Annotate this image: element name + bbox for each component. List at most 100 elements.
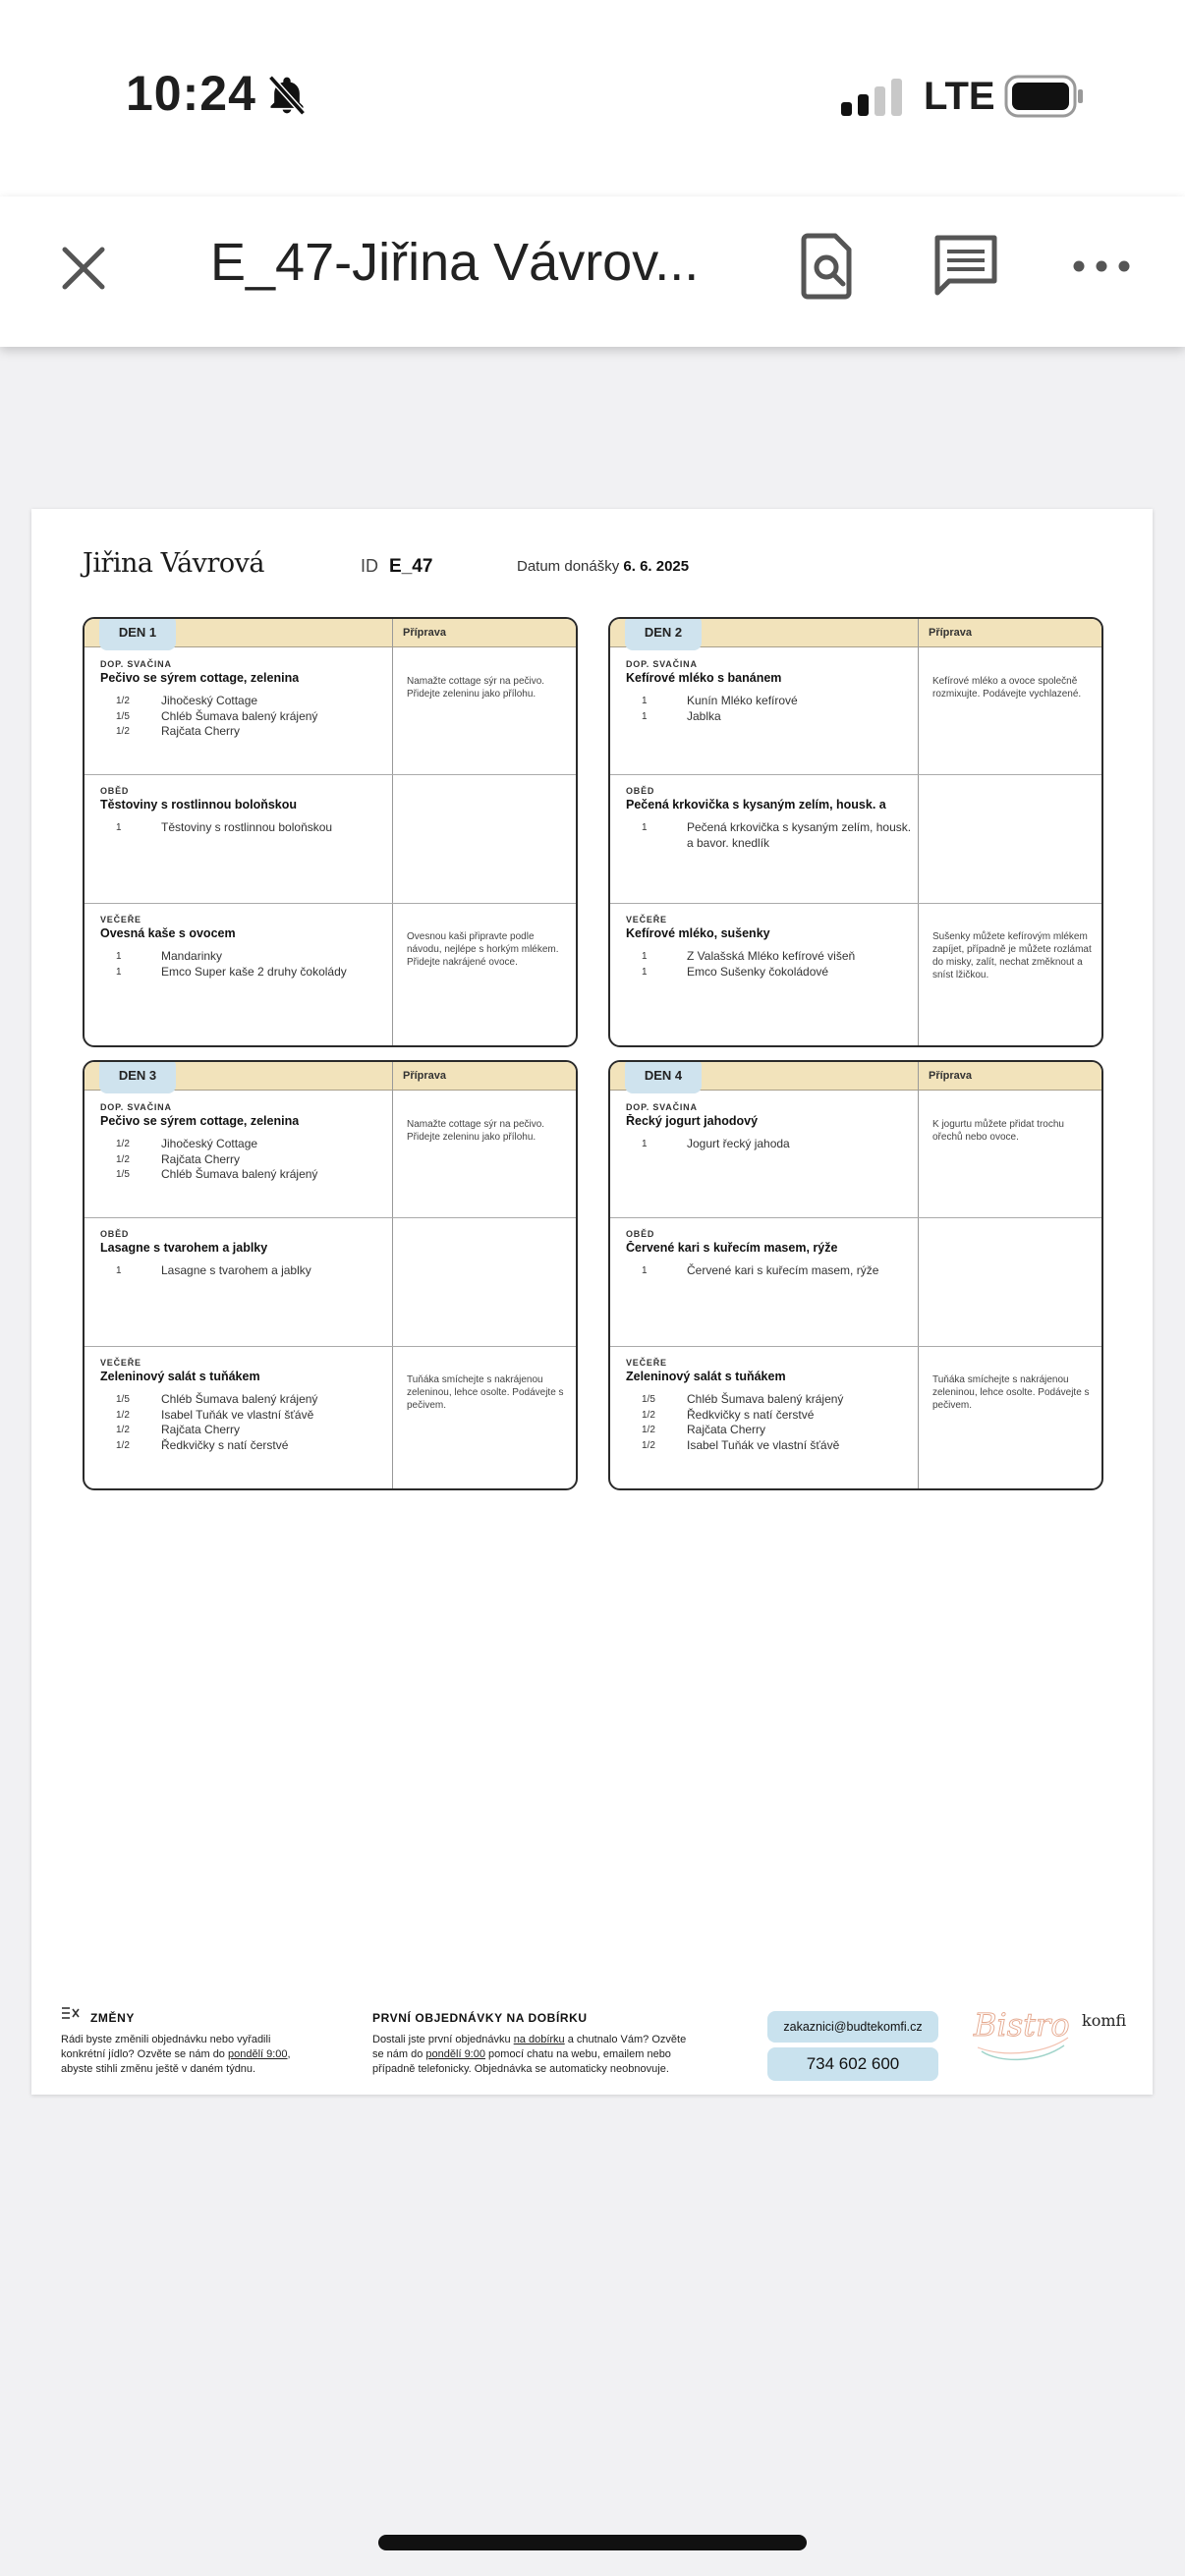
meal-section: OBĚD Červené kari s kuřecím masem, rýže 1 Č… xyxy=(610,1217,1101,1346)
ingredient-quantity: 1/2 xyxy=(642,1409,655,1421)
meal-type: OBĚD xyxy=(100,786,130,796)
meal-section: DOP. SVAČINA Pečivo se sýrem cottage, zel… xyxy=(85,647,576,774)
meal-section: VEČEŘE Ovesná kaše s ovocem 1 Mandarinky 1 Em… xyxy=(85,903,576,1045)
ingredient-row: 1/2 Ředkvičky s natí čerstvé xyxy=(100,1438,387,1454)
ingredient-quantity: 1 xyxy=(642,822,648,833)
ingredient-row: 1 Emco Sušenky čokoládové xyxy=(626,965,913,980)
preparation-note: Kefírové mléko a ovoce společně rozmixuj… xyxy=(932,676,1082,700)
day-card: DEN 1 Příprava DOP. SVAČINA Pečivo se sýrem… xyxy=(83,617,578,1047)
ingredient-quantity: 1/2 xyxy=(116,1139,130,1149)
logo-script: Bistro xyxy=(973,2006,1070,2044)
meal-name: Ovesná kaše s ovocem xyxy=(100,926,236,940)
id-value: E_47 xyxy=(389,556,433,577)
id-label: ID xyxy=(361,556,378,576)
meal-type: VEČEŘE xyxy=(100,1358,141,1368)
bell-muted-icon xyxy=(268,75,306,116)
close-icon[interactable] xyxy=(51,236,116,301)
ingredient-name: Chléb Šumava balený krájený xyxy=(687,1392,844,1406)
cod-text: Dostali jste první objednávku na dobírku… xyxy=(372,2034,687,2075)
ingredient-name: Isabel Tuňák ve vlastní šťávě xyxy=(687,1437,840,1452)
prep-column-header: Příprava xyxy=(403,1070,447,1082)
comment-icon[interactable] xyxy=(930,230,1002,303)
ingredient-row: 1 Červené kari s kuřecím masem, rýže xyxy=(626,1263,913,1279)
ingredient-name: Červené kari s kuřecím masem, rýže xyxy=(687,1263,879,1277)
ingredient-quantity: 1 xyxy=(116,966,122,978)
ingredient-quantity: 1 xyxy=(116,822,122,833)
ingredient-name: Ředkvičky s natí čerstvé xyxy=(161,1437,289,1452)
bistro-komfi-logo: Bistro komfi xyxy=(973,2006,1127,2060)
ingredient-row: 1 Mandarinky xyxy=(100,949,387,965)
more-options-icon[interactable] xyxy=(1065,230,1138,303)
ingredient-list: 1 Červené kari s kuřecím masem, rýže xyxy=(626,1263,913,1279)
ingredient-row: 1 Pečená krkovička s kysaným zelím, housk… xyxy=(626,820,913,851)
ingredient-name: Emco Super kaše 2 druhy čokolády xyxy=(161,964,347,979)
changes-title: ZMĚNY xyxy=(90,2011,135,2025)
ingredient-name: Z Valašská Mléko kefírové višeň xyxy=(687,949,856,963)
prep-column-header: Příprava xyxy=(403,627,447,639)
ingredient-list: 1/2 Jihočeský Cottage 1/5 Chléb Šumava bale… xyxy=(100,694,387,740)
meal-section: OBĚD Lasagne s tvarohem a jablky 1 Lasagne … xyxy=(85,1217,576,1346)
app-bar: E_47-Jiřina Vávrov... xyxy=(0,196,1185,347)
customer-name: Jiřina Vávrová xyxy=(83,548,264,579)
phone-pill[interactable]: 734 602 600 xyxy=(767,2047,938,2081)
email-pill[interactable]: zakaznici@budtekomfi.cz xyxy=(767,2011,938,2043)
ingredient-quantity: 1/2 xyxy=(116,1409,130,1421)
ingredient-name: Chléb Šumava balený krájený xyxy=(161,1167,318,1181)
preparation-note: Namažte cottage sýr na pečivo. Přidejte … xyxy=(407,1119,545,1143)
ingredient-quantity: 1/2 xyxy=(116,726,130,737)
ingredient-row: 1 Jablka xyxy=(626,709,913,725)
home-indicator[interactable] xyxy=(378,2535,807,2550)
meal-name: Těstoviny s rostlinnou boloňskou xyxy=(100,798,298,812)
status-time: 10:24 xyxy=(126,66,256,121)
document-page[interactable]: Jiřina Vávrová ID E_47 Datum donášky 6. … xyxy=(31,509,1153,2095)
ingredient-row: 1/2 Rajčata Cherry xyxy=(100,1423,387,1438)
ingredient-list: 1 Kunín Mléko kefírové 1 Jablka xyxy=(626,694,913,724)
ingredient-row: 1/2 Rajčata Cherry xyxy=(100,724,387,740)
changes-text: Rádi byste změnili objednávku nebo vyřad… xyxy=(61,2034,291,2075)
ingredient-name: Lasagne s tvarohem a jablky xyxy=(161,1263,311,1277)
ingredient-quantity: 1 xyxy=(642,966,648,978)
ingredient-row: 1/2 Ředkvičky s natí čerstvé xyxy=(626,1408,913,1424)
meal-type: DOP. SVAČINA xyxy=(100,1102,172,1112)
day-label: DEN 3 xyxy=(99,1062,176,1093)
meal-type: VEČEŘE xyxy=(626,915,667,924)
preparation-note: Namažte cottage sýr na pečivo. Přidejte … xyxy=(407,676,545,700)
ingredient-name: Mandarinky xyxy=(161,949,223,963)
meal-section: OBĚD Pečená krkovička s kysaným zelím, ho… xyxy=(610,774,1101,903)
preparation-note: Tuňáka smíchejte s nakrájenou zeleninou,… xyxy=(932,1374,1090,1411)
ingredient-row: 1 Jogurt řecký jahoda xyxy=(626,1137,913,1152)
ingredient-row: 1/5 Chléb Šumava balený krájený xyxy=(100,1167,387,1183)
ingredient-row: 1 Emco Super kaše 2 druhy čokolády xyxy=(100,965,387,980)
ingredient-name: Emco Sušenky čokoládové xyxy=(687,964,829,979)
ingredient-quantity: 1/2 xyxy=(116,696,130,706)
meal-type: OBĚD xyxy=(100,1229,130,1239)
day-card: DEN 3 Příprava DOP. SVAČINA Pečivo se sýrem… xyxy=(83,1060,578,1490)
ingredient-name: Těstoviny s rostlinnou boloňskou xyxy=(161,820,333,834)
meal-type: DOP. SVAČINA xyxy=(100,659,172,669)
preparation-note: Tuňáka smíchejte s nakrájenou zeleninou,… xyxy=(407,1374,564,1411)
ingredient-quantity: 1/2 xyxy=(116,1439,130,1451)
ingredient-quantity: 1/2 xyxy=(642,1439,655,1451)
ingredient-row: 1 Těstoviny s rostlinnou boloňskou xyxy=(100,820,387,836)
ingredient-row: 1/2 Rajčata Cherry xyxy=(100,1152,387,1168)
meal-type: DOP. SVAČINA xyxy=(626,1102,698,1112)
day-label: DEN 2 xyxy=(625,619,702,650)
preparation-note: Ovesnou kaši připravte podle návodu, nej… xyxy=(407,931,559,968)
ingredient-quantity: 1 xyxy=(642,1265,648,1276)
ingredient-quantity: 1 xyxy=(642,710,648,722)
meal-name: Červené kari s kuřecím masem, rýže xyxy=(626,1241,838,1255)
ingredient-quantity: 1 xyxy=(116,1265,122,1276)
meal-section: OBĚD Těstoviny s rostlinnou boloňskou 1 Těs… xyxy=(85,774,576,903)
ingredient-name: Jogurt řecký jahoda xyxy=(687,1137,790,1150)
meal-type: DOP. SVAČINA xyxy=(626,659,698,669)
meal-name: Pečená krkovička s kysaným zelím, housk.… xyxy=(626,798,886,812)
ingredient-row: 1/2 Rajčata Cherry xyxy=(626,1423,913,1438)
day-card: DEN 4 Příprava DOP. SVAČINA Řecký jogurt ja… xyxy=(608,1060,1103,1490)
document-title: E_47-Jiřina Vávrov... xyxy=(210,233,700,292)
ingredient-list: 1/5 Chléb Šumava balený krájený 1/2 Ředkvič… xyxy=(626,1392,913,1453)
preparation-note: Sušenky můžete kefírovým mlékem zapíjet,… xyxy=(932,931,1092,980)
ingredient-name: Chléb Šumava balený krájený xyxy=(161,708,318,723)
find-in-document-icon[interactable] xyxy=(792,230,865,303)
ingredient-row: 1/5 Chléb Šumava balený krájený xyxy=(626,1392,913,1408)
ingredient-name: Ředkvičky s natí čerstvé xyxy=(687,1407,815,1422)
